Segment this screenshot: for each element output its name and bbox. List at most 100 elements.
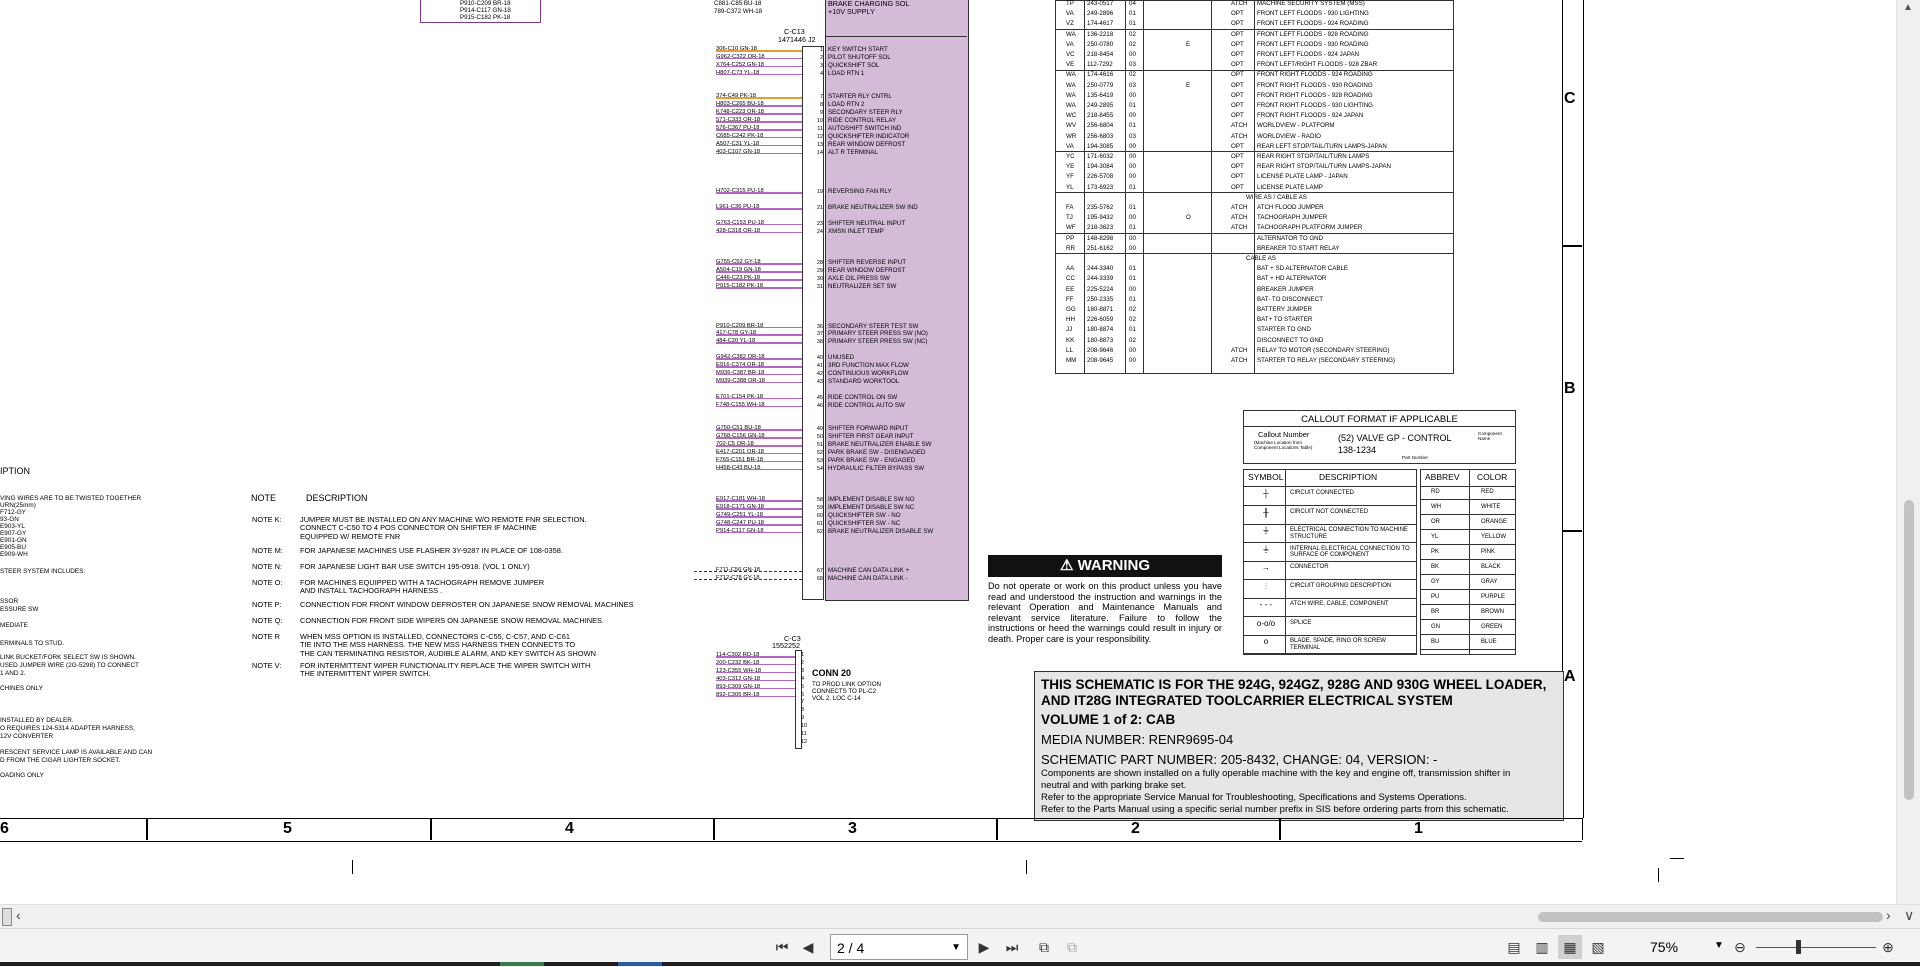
row-code: WF	[1066, 224, 1076, 232]
zone-column-right	[1562, 0, 1584, 818]
facing-view-icon[interactable]: ▦	[1558, 935, 1582, 959]
pin-description: ALT R TERMINAL	[828, 148, 878, 156]
page-number-field[interactable]: 2 / 4 ▼	[830, 934, 968, 960]
circuit-label: E918-C171 GN-18	[716, 504, 765, 511]
zoom-level[interactable]: 75%	[1650, 939, 1678, 955]
zoom-dropdown-icon[interactable]: ▼	[1714, 940, 1724, 951]
scroll-end-icon[interactable]: ∨	[1904, 907, 1914, 924]
row-desc: WORLDVIEW - PLATFORM	[1257, 122, 1335, 130]
document-viewport[interactable]: P910-C209 BR-18 P914-C117 GN-18 P915-C18…	[0, 0, 1896, 904]
circuit-label: G942-C382 OR-18	[716, 354, 765, 361]
go-back-icon[interactable]: ⧉	[1032, 935, 1056, 959]
vertical-scroll-thumb[interactable]	[1904, 500, 1914, 800]
row-type: ATCH	[1231, 357, 1248, 364]
facing-continuous-view-icon[interactable]: ▧	[1586, 935, 1610, 959]
continuous-view-icon[interactable]: ▥	[1530, 935, 1554, 959]
top-circuit: 789-C372 WH-18	[714, 8, 763, 15]
section-header: WIRE AS / CABLE AS	[1246, 193, 1307, 201]
scroll-up-icon[interactable]: ▲	[1903, 2, 1913, 13]
go-forward-icon[interactable]: ⧉	[1060, 935, 1084, 959]
row-separator	[1421, 619, 1515, 620]
callout-part-label: Part Number	[1402, 455, 1429, 460]
zoom-out-icon[interactable]: ⊖	[1728, 935, 1752, 959]
circuit-label: C685-C242 PK-18	[716, 132, 764, 139]
pin-number: 53	[816, 457, 823, 464]
row-part: 208-9645	[1087, 357, 1114, 364]
row-separator	[1421, 529, 1515, 530]
row-desc: LICENSE PLATE LAMP - JAPAN	[1257, 173, 1348, 181]
zoom-in-icon[interactable]: ⊕	[1876, 935, 1900, 959]
row-desc: FRONT LEFT FLOODS - 928 ROADING	[1257, 30, 1369, 38]
scroll-left-icon[interactable]: ‹	[16, 907, 21, 923]
circuit-label: 893-C309 GN-18	[716, 683, 761, 690]
row-part: 251-6162	[1087, 244, 1114, 252]
circuit-label: 571-C333 OR-18	[716, 117, 761, 124]
row-code: HH	[1066, 316, 1075, 324]
row-desc: FRONT LEFT FLOODS - 930 LIGHTING	[1257, 10, 1369, 18]
symbol-desc-header: DESCRIPTION	[1319, 472, 1378, 482]
circuit-label: 892-C305 BR-18	[716, 691, 760, 698]
row-desc: FRONT RIGHT FLOODS - 924 ROADING	[1257, 71, 1373, 79]
scroll-right-icon[interactable]: ›	[1886, 907, 1891, 923]
vertical-scrollbar[interactable]: ▲	[1896, 0, 1920, 904]
single-page-view-icon[interactable]: ▤	[1502, 935, 1526, 959]
note-header: NOTE	[251, 493, 277, 503]
page-indicator: 2 / 4	[837, 940, 865, 956]
next-page-icon[interactable]: ▶	[972, 935, 996, 959]
row-desc: BREAKER JUMPER	[1257, 285, 1314, 293]
pin-number: 14	[816, 149, 823, 156]
row-code: VA	[1066, 40, 1074, 48]
pin-number: 42	[816, 370, 823, 377]
row-type: OPT	[1231, 30, 1244, 38]
row-rev: 00	[1129, 244, 1136, 252]
zoom-slider-track[interactable]	[1756, 947, 1876, 948]
horizontal-scrollbar[interactable]: ‹ › ∨	[0, 904, 1920, 929]
row-code: YF	[1066, 173, 1074, 181]
pin-number: 49	[816, 426, 823, 433]
row-type: OPT	[1231, 153, 1244, 160]
row-desc: ATCH FLOOD JUMPER	[1257, 204, 1324, 211]
row-part: 112-7292	[1087, 61, 1113, 69]
title-line: THIS SCHEMATIC IS FOR THE 924G, 924GZ, 9…	[1041, 677, 1547, 692]
row-part: 195-9432	[1087, 214, 1114, 222]
first-page-icon[interactable]: ⏮	[770, 935, 794, 959]
pin-description: RIDE CONTROL AUTO SW	[828, 401, 905, 409]
zone-number: 2	[1131, 820, 1140, 837]
circuit-label: C446-C23 PK-18	[716, 275, 761, 282]
pin-description: PRIMARY STEER PRESS SW (NC)	[828, 338, 928, 346]
circuit-label: G750-C51 BU-18	[716, 425, 761, 432]
pin-description: QUICKSHIFTER INDICATOR	[828, 132, 910, 140]
row-desc: FRONT LEFT FLOODS - 930 ROADING	[1257, 40, 1369, 48]
symbol-header: SYMBOL	[1248, 472, 1284, 482]
row-part: 256-6804	[1087, 122, 1114, 130]
scroll-start-icon[interactable]	[2, 908, 12, 926]
pin-number: 59	[816, 505, 823, 512]
last-page-icon[interactable]: ⏭	[1000, 935, 1024, 959]
callout-number-label: Callout Number	[1258, 430, 1310, 439]
row-desc: BREAKER TO START RELAY	[1257, 244, 1340, 252]
pin-description: IMPLEMENT DISABLE SW NO	[828, 496, 915, 504]
row-rev: 00	[1129, 112, 1136, 120]
pin-description: PILOT SHUTOFF SOL	[828, 53, 891, 61]
circuit-label: H458-C43 BU-18	[716, 464, 761, 471]
note-text: EQUIPPED W/ REMOTE FNR	[300, 531, 401, 541]
row-part: 235-5762	[1087, 204, 1114, 211]
row-type: OPT	[1231, 71, 1244, 79]
circuit-label: F748-C155 WH-18	[716, 401, 765, 408]
row-part: 250-0779	[1087, 81, 1114, 89]
pin-number: 41	[816, 363, 823, 369]
circuit-label: G768-C156 GN-18	[716, 433, 765, 440]
chevron-down-icon[interactable]: ▼	[951, 935, 961, 961]
note-id: NOTE R	[252, 632, 280, 641]
row-code: YC	[1066, 153, 1075, 160]
color-name: PINK	[1481, 549, 1496, 555]
row-rev: 00	[1129, 173, 1136, 181]
previous-page-icon[interactable]: ◀	[796, 935, 820, 959]
horizontal-scroll-thumb[interactable]	[1538, 912, 1883, 922]
pin-number: 45	[816, 394, 823, 401]
zoom-slider-thumb[interactable]	[1796, 940, 1801, 954]
row-desc: BAT + SD ALTERNATOR CABLE	[1257, 265, 1349, 273]
circuit-label: 306-C10 GN-18	[716, 46, 757, 52]
pin-number: 46	[816, 402, 823, 409]
row-rev: 01	[1129, 275, 1136, 283]
